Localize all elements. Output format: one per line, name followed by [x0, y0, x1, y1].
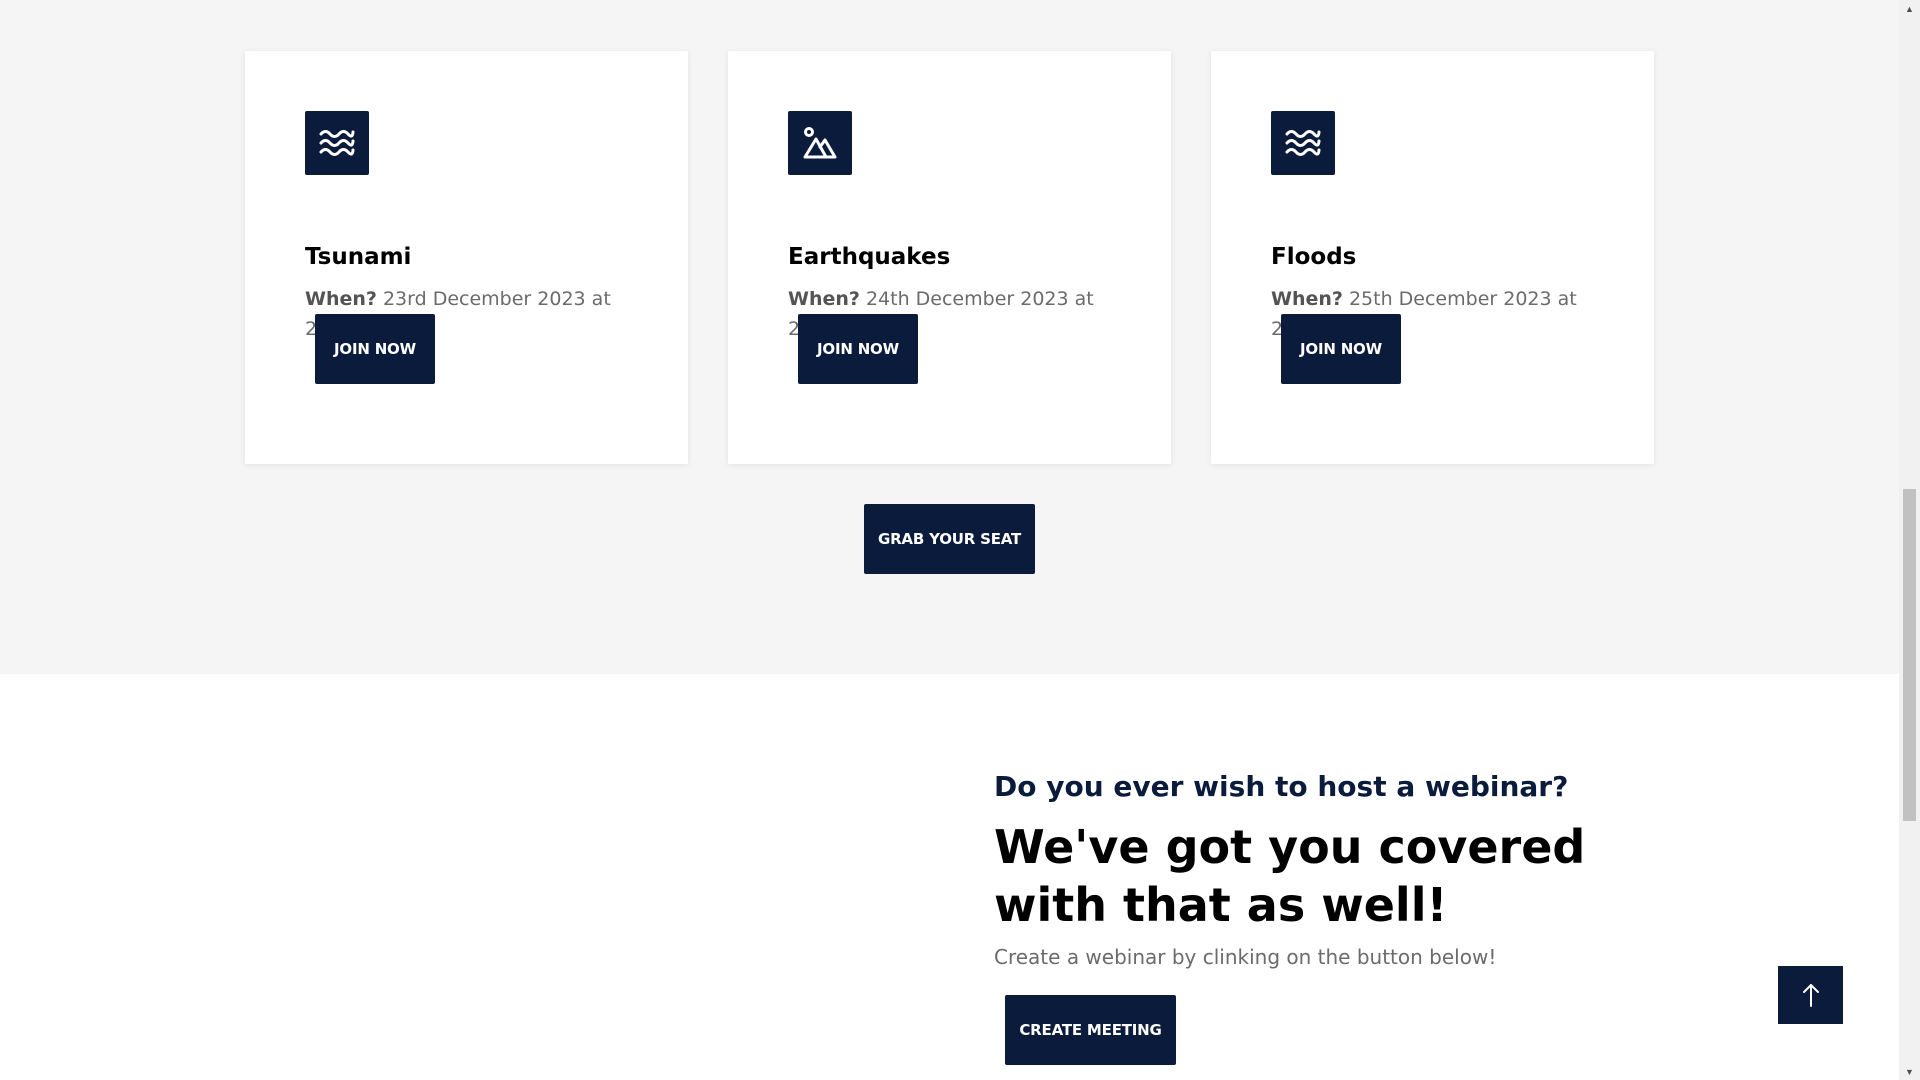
- grab-your-seat-button[interactable]: GRAB YOUR SEAT: [864, 504, 1035, 574]
- event-title: Tsunami: [305, 244, 412, 270]
- event-card-earthquakes: Earthquakes When? 24th December 2023 at …: [728, 51, 1171, 464]
- when-label: When?: [305, 288, 377, 310]
- webinar-subheading: Do you ever wish to host a webinar?: [994, 770, 1569, 803]
- join-now-button[interactable]: JOIN NOW: [315, 314, 435, 384]
- arrow-up-icon: [1802, 984, 1819, 1007]
- join-now-button[interactable]: JOIN NOW: [798, 314, 918, 384]
- page-scrollbar[interactable]: ▲ ▼: [1899, 0, 1920, 1080]
- event-card-floods: Floods When? 25th December 2023 at 2:00P…: [1211, 51, 1654, 464]
- scroll-to-top-button[interactable]: [1778, 966, 1843, 1024]
- webinar-heading: We've got you covered with that as well!: [994, 820, 1586, 932]
- when-label: When?: [788, 288, 860, 310]
- waves-icon: [305, 111, 369, 175]
- mountain-icon: [788, 111, 852, 175]
- webinar-description: Create a webinar by clinking on the butt…: [994, 945, 1497, 969]
- scroll-down-arrow-icon[interactable]: ▼: [1899, 1063, 1920, 1080]
- event-title: Earthquakes: [788, 244, 951, 270]
- scrollbar-thumb[interactable]: [1903, 489, 1916, 821]
- waves-icon: [1271, 111, 1335, 175]
- when-label: When?: [1271, 288, 1343, 310]
- event-title: Floods: [1271, 244, 1357, 270]
- create-meeting-button[interactable]: CREATE MEETING: [1005, 995, 1176, 1065]
- events-section: Tsunami When? 23rd December 2023 at 2:00…: [0, 0, 1899, 674]
- event-card-tsunami: Tsunami When? 23rd December 2023 at 2:00…: [245, 51, 688, 464]
- join-now-button[interactable]: JOIN NOW: [1281, 314, 1401, 384]
- scroll-up-arrow-icon[interactable]: ▲: [1899, 0, 1920, 17]
